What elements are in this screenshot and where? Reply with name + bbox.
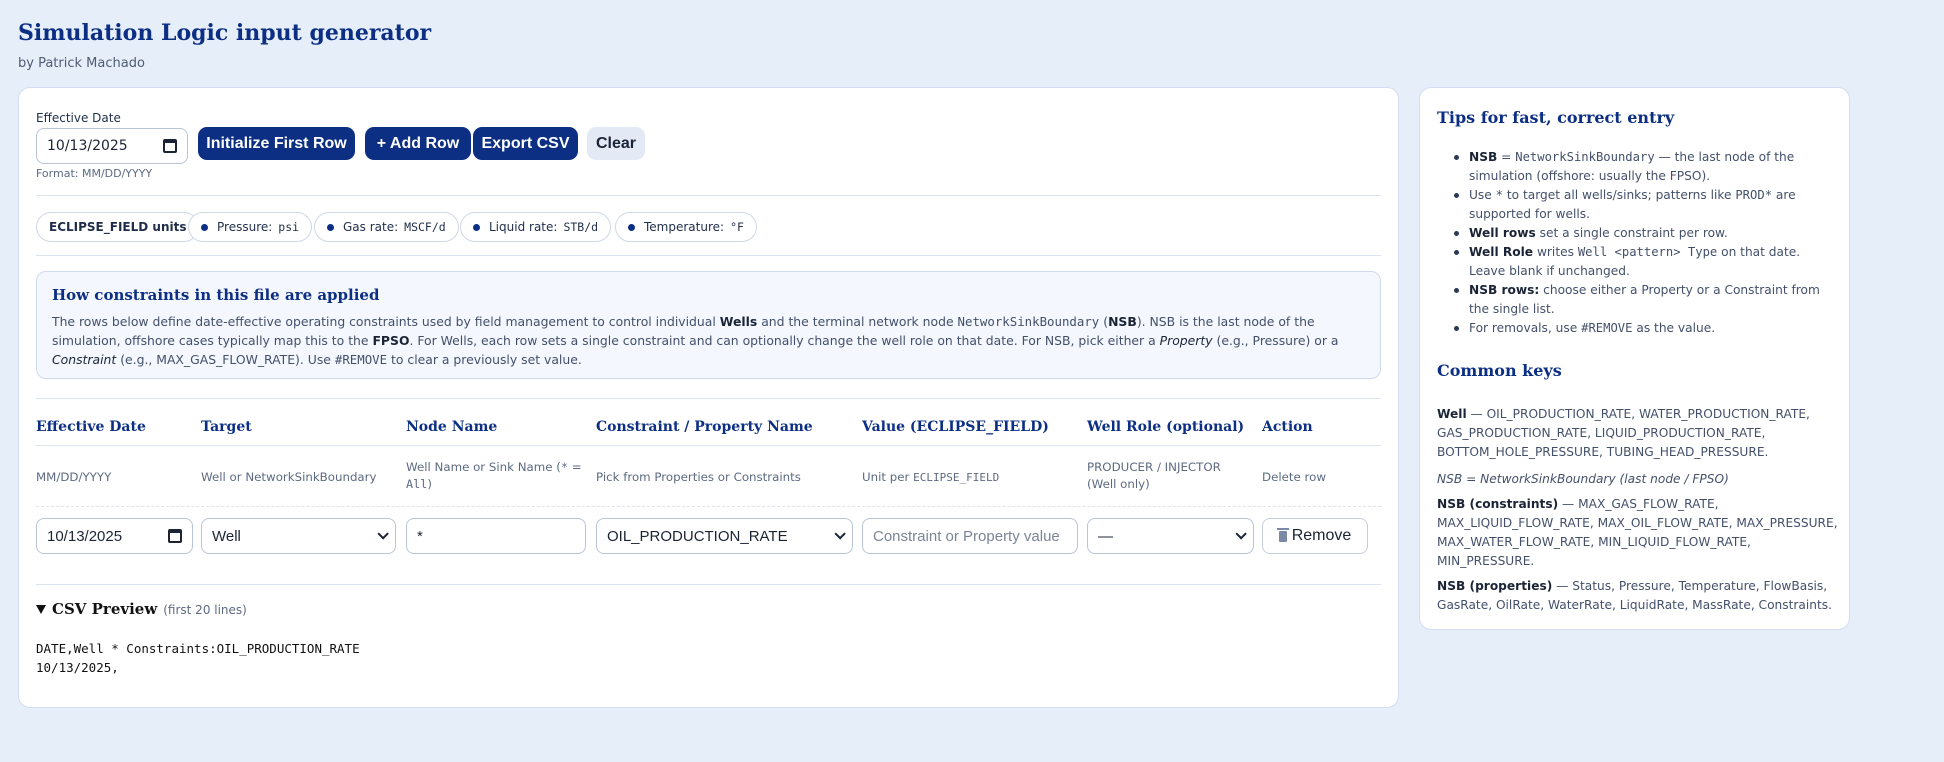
tip-item: NSB rows: choose either a Property or a … [1449, 281, 1839, 319]
unit-value: psi [278, 220, 300, 234]
csv-preview-title: CSV Preview [52, 600, 158, 618]
row-well-role-select[interactable]: — [1087, 518, 1254, 554]
column-header-action: Action [1262, 419, 1313, 435]
common-keys-nsb-note: NSB = NetworkSinkBoundary (last node / F… [1437, 472, 1729, 486]
initialize-first-row-button[interactable]: Initialize First Row [198, 127, 355, 160]
common-keys-nsb-properties: NSB (properties) — Status, Pressure, Tem… [1437, 579, 1832, 612]
tip-item: Well rows set a single constraint per ro… [1449, 224, 1839, 243]
row-node-name-value: * [417, 527, 423, 545]
unit-value: MSCF/d [404, 220, 446, 234]
add-row-button[interactable]: + Add Row [365, 127, 471, 160]
column-header-effective-date: Effective Date [36, 419, 146, 435]
divider [36, 195, 1381, 196]
date-format-hint: Format: MM/DD/YYYY [36, 167, 153, 180]
row-node-name-input[interactable]: * [406, 518, 586, 554]
divider [36, 398, 1381, 399]
chevron-down-icon [1235, 528, 1247, 540]
row-value-placeholder: Constraint or Property value [873, 527, 1060, 545]
csv-preview-content: DATE,Well * Constraints:OIL_PRODUCTION_R… [36, 639, 360, 677]
unit-value: STB/d [563, 220, 599, 234]
column-header-well-role: Well Role (optional) [1087, 419, 1245, 435]
main-card: Effective Date 10/13/2025 Format: MM/DD/… [18, 87, 1399, 708]
csv-preview-subtitle: (first 20 lines) [163, 603, 247, 617]
units-field-label: ECLIPSE_FIELD units [49, 220, 187, 234]
row-date-value: 10/13/2025 [47, 527, 123, 545]
constraints-info-box: How constraints in this file are applied… [36, 271, 1381, 379]
bullet-dot [201, 223, 208, 231]
hint-date: MM/DD/YYYY [36, 470, 112, 484]
csv-line: DATE,Well * Constraints:OIL_PRODUCTION_R… [36, 641, 360, 656]
unit-label: Gas rate: [343, 220, 399, 234]
effective-date-label: Effective Date [36, 111, 121, 125]
tip-item: For removals, use #REMOVE as the value. [1449, 319, 1839, 338]
row-target-value: Well [212, 527, 241, 545]
chevron-down-icon [377, 528, 389, 540]
csv-preview-toggle[interactable]: CSV Preview (first 20 lines) [36, 600, 247, 618]
hint-node-name: Well Name or Sink Name (* = All) [406, 460, 582, 491]
tips-list: NSB = NetworkSinkBoundary — the last nod… [1449, 148, 1839, 338]
divider [36, 506, 1381, 507]
row-date-input[interactable]: 10/13/2025 [36, 518, 193, 554]
common-keys-nsb-constraints: NSB (constraints) — MAX_GAS_FLOW_RATE, M… [1437, 497, 1838, 568]
column-header-target: Target [201, 419, 252, 435]
row-constraint-value: OIL_PRODUCTION_RATE [607, 527, 788, 545]
calendar-icon[interactable] [163, 139, 177, 153]
trash-icon [1276, 527, 1289, 542]
disclosure-triangle-icon [36, 605, 46, 614]
common-keys-well: Well — OIL_PRODUCTION_RATE, WATER_PRODUC… [1437, 407, 1810, 459]
bullet-dot [473, 223, 480, 231]
export-csv-button[interactable]: Export CSV [473, 127, 578, 160]
chevron-down-icon [834, 528, 846, 540]
info-title: How constraints in this file are applied [52, 286, 380, 304]
hint-value: Unit per ECLIPSE_FIELD [862, 470, 1000, 484]
bullet-dot [628, 223, 635, 231]
tip-item: Use * to target all wells/sinks; pattern… [1449, 186, 1839, 224]
divider [36, 584, 1381, 585]
hint-constraint: Pick from Properties or Constraints [596, 470, 801, 484]
unit-chip-liquid-rate: Liquid rate: STB/d [460, 212, 612, 242]
unit-chip-pressure: Pressure: psi [188, 212, 313, 242]
row-constraint-select[interactable]: OIL_PRODUCTION_RATE [596, 518, 853, 554]
bullet-dot [327, 223, 334, 231]
common-keys-title: Common keys [1437, 361, 1562, 380]
hint-well-role: PRODUCER / INJECTOR (Well only) [1087, 460, 1221, 491]
tip-item: Well Role writes Well <pattern> Type on … [1449, 243, 1839, 281]
hint-target: Well or NetworkSinkBoundary [201, 470, 377, 484]
unit-label: Liquid rate: [489, 220, 558, 234]
row-value-input[interactable]: Constraint or Property value [862, 518, 1078, 554]
unit-label: Temperature: [644, 220, 725, 234]
unit-value: °F [730, 220, 744, 234]
author-byline: by Patrick Machado [18, 56, 145, 71]
column-header-node-name: Node Name [406, 419, 498, 435]
csv-line: 10/13/2025, [36, 660, 119, 675]
remove-row-button[interactable]: Remove [1262, 518, 1368, 554]
unit-label: Pressure: [217, 220, 273, 234]
hint-action: Delete row [1262, 470, 1326, 484]
divider [36, 445, 1381, 446]
row-target-select[interactable]: Well [201, 518, 396, 554]
tips-title: Tips for fast, correct entry [1437, 108, 1675, 127]
units-field-badge: ECLIPSE_FIELD units [36, 212, 200, 242]
unit-chip-temperature: Temperature: °F [615, 212, 757, 242]
page-title: Simulation Logic input generator [18, 20, 432, 46]
effective-date-input[interactable]: 10/13/2025 [36, 128, 188, 164]
calendar-icon[interactable] [168, 529, 182, 543]
column-header-value: Value (ECLIPSE_FIELD) [862, 419, 1049, 435]
divider [36, 255, 1381, 256]
unit-chip-gas-rate: Gas rate: MSCF/d [314, 212, 459, 242]
tip-item: NSB = NetworkSinkBoundary — the last nod… [1449, 148, 1839, 186]
row-well-role-value: — [1098, 527, 1113, 545]
effective-date-value: 10/13/2025 [47, 138, 128, 154]
info-text: The rows below define date-effective ope… [52, 314, 1339, 367]
remove-row-label: Remove [1291, 527, 1352, 544]
tips-card: Tips for fast, correct entry NSB = Netwo… [1419, 87, 1850, 630]
column-header-constraint: Constraint / Property Name [596, 419, 813, 435]
clear-button[interactable]: Clear [587, 127, 645, 160]
